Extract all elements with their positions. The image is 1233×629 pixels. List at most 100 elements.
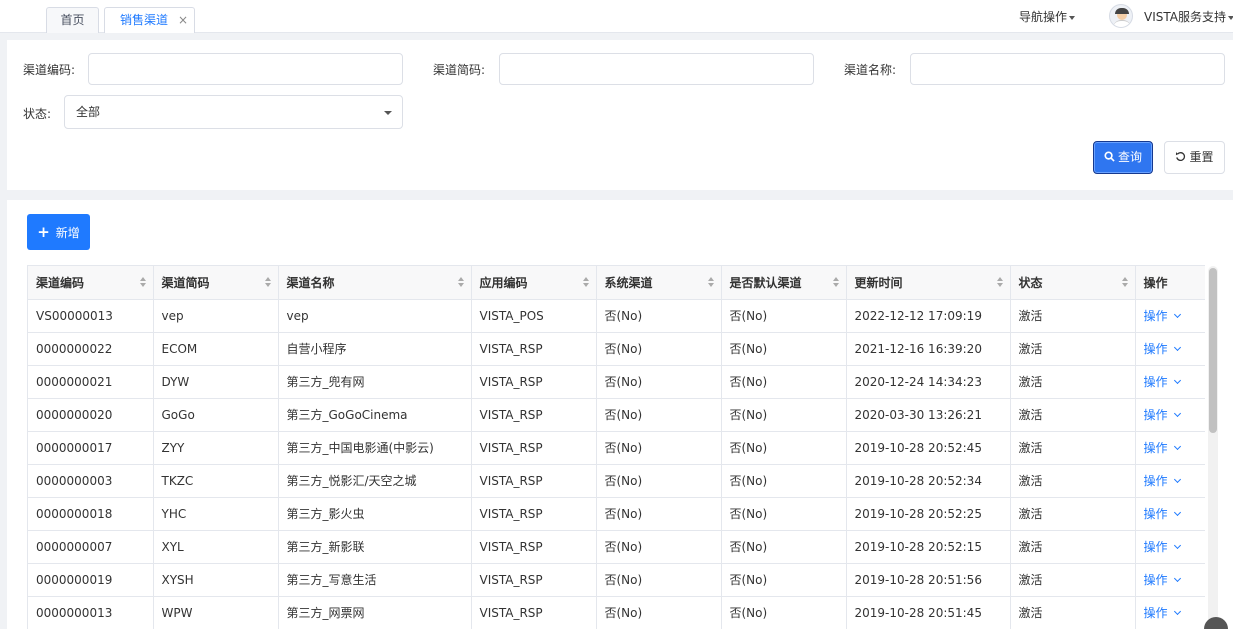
- tab-sales-channel[interactable]: 销售渠道 ×: [104, 7, 195, 33]
- table-cell: 激活: [1010, 365, 1136, 399]
- sort-icon[interactable]: [457, 277, 464, 289]
- channel-code-label: 渠道编码:: [23, 63, 76, 77]
- table-cell: 否(No): [721, 563, 847, 597]
- column-header[interactable]: 渠道编码: [28, 266, 154, 300]
- close-icon[interactable]: ×: [178, 8, 188, 32]
- table-cell: VISTA_RSP: [471, 530, 597, 564]
- column-header[interactable]: 渠道简码: [153, 266, 279, 300]
- row-action-menu[interactable]: 操作: [1135, 530, 1205, 564]
- query-button-label: 查询: [1117, 150, 1142, 164]
- sort-icon[interactable]: [139, 277, 146, 289]
- table-cell: TKZC: [153, 464, 279, 498]
- column-header[interactable]: 更新时间: [846, 266, 1011, 300]
- sort-icon[interactable]: [1121, 277, 1128, 289]
- search-panel: 渠道编码: 渠道简码: 渠道名称: 状态: 全部 查询 重置: [7, 40, 1233, 190]
- table-cell: 自营小程序: [278, 332, 472, 366]
- tab-home[interactable]: 首页: [46, 7, 99, 33]
- channel-name-input[interactable]: [910, 53, 1225, 85]
- avatar[interactable]: [1109, 4, 1133, 28]
- chevron-down-icon: [1173, 607, 1181, 616]
- vertical-scrollbar[interactable]: [1208, 266, 1218, 629]
- table-cell: 0000000013: [28, 596, 154, 629]
- table-cell: 0000000007: [28, 530, 154, 564]
- table-cell: 激活: [1010, 299, 1136, 333]
- table-cell: 激活: [1010, 596, 1136, 629]
- table-cell: vep: [278, 299, 472, 333]
- table-cell: 0000000022: [28, 332, 154, 366]
- row-action-menu[interactable]: 操作: [1135, 497, 1205, 531]
- table-cell: 2019-10-28 20:52:25: [846, 497, 1011, 531]
- chevron-down-icon: [1173, 541, 1181, 550]
- channel-code-input[interactable]: [88, 53, 403, 85]
- column-header[interactable]: 状态: [1010, 266, 1136, 300]
- search-icon: [1104, 151, 1115, 162]
- table-cell: vep: [153, 299, 279, 333]
- table-body: VS00000013 vep vep VISTA_POS 否(No) 否(No) 2022-…: [28, 299, 1205, 629]
- table-cell: XYSH: [153, 563, 279, 597]
- table-cell: 0000000021: [28, 365, 154, 399]
- table-cell: 激活: [1010, 332, 1136, 366]
- table-cell: VISTA_RSP: [471, 398, 597, 432]
- channel-short-code-input[interactable]: [499, 53, 814, 85]
- table-cell: YHC: [153, 497, 279, 531]
- row-action-menu[interactable]: 操作: [1135, 398, 1205, 432]
- row-action-label: 操作: [1143, 474, 1168, 488]
- sort-icon[interactable]: [264, 277, 271, 289]
- row-action-menu[interactable]: 操作: [1135, 332, 1205, 366]
- table-cell: DYW: [153, 365, 279, 399]
- reset-button[interactable]: 重置: [1164, 141, 1225, 174]
- status-select[interactable]: 全部: [64, 95, 403, 129]
- sort-icon[interactable]: [996, 277, 1003, 289]
- row-action-menu[interactable]: 操作: [1135, 596, 1205, 629]
- table-cell: 2019-10-28 20:52:15: [846, 530, 1011, 564]
- row-action-menu[interactable]: 操作: [1135, 299, 1205, 333]
- nav-operations-menu[interactable]: 导航操作: [1019, 8, 1076, 25]
- column-header[interactable]: 渠道名称: [278, 266, 472, 300]
- table-cell: 第三方_中国电影通(中影云): [278, 431, 472, 465]
- table-cell: 激活: [1010, 398, 1136, 432]
- channel-name-label: 渠道名称:: [844, 63, 897, 77]
- table-row: 0000000021 DYW 第三方_兜有网 VISTA_RSP 否(No) 否(No) 2…: [28, 365, 1205, 399]
- table-cell: 否(No): [596, 497, 722, 531]
- table-cell: 激活: [1010, 464, 1136, 498]
- table-cell: VISTA_RSP: [471, 497, 597, 531]
- row-action-menu[interactable]: 操作: [1135, 431, 1205, 465]
- column-header[interactable]: 应用编码: [471, 266, 597, 300]
- table-row: 0000000003 TKZC 第三方_悦影汇/天空之城 VISTA_RSP 否(No)…: [28, 464, 1205, 498]
- tab-home-label: 首页: [60, 13, 85, 27]
- user-menu[interactable]: VISTA服务支持: [1144, 8, 1233, 25]
- plus-icon: +: [37, 223, 50, 241]
- row-action-menu[interactable]: 操作: [1135, 563, 1205, 597]
- table-cell: WPW: [153, 596, 279, 629]
- table-cell: 第三方_兜有网: [278, 365, 472, 399]
- table-cell: VISTA_RSP: [471, 332, 597, 366]
- table-cell: 否(No): [596, 563, 722, 597]
- add-button[interactable]: + 新增: [27, 214, 90, 250]
- sort-icon[interactable]: [582, 277, 589, 289]
- row-action-menu[interactable]: 操作: [1135, 464, 1205, 498]
- table-cell: 激活: [1010, 563, 1136, 597]
- column-header[interactable]: 系统渠道: [596, 266, 722, 300]
- sort-icon[interactable]: [707, 277, 714, 289]
- row-action-menu[interactable]: 操作: [1135, 365, 1205, 399]
- table-cell: VISTA_RSP: [471, 563, 597, 597]
- scrollbar-thumb[interactable]: [1209, 268, 1217, 433]
- table-cell: VS00000013: [28, 299, 154, 333]
- table-cell: XYL: [153, 530, 279, 564]
- channel-short-code-label: 渠道简码:: [433, 63, 486, 77]
- row-action-label: 操作: [1143, 408, 1168, 422]
- sort-icon[interactable]: [832, 277, 839, 289]
- table-cell: 2019-10-28 20:52:34: [846, 464, 1011, 498]
- channel-table: 渠道编码 渠道简码 渠道名称 应用编码 系统渠道 是否默认渠道 更新时间 状态 …: [27, 265, 1205, 629]
- table-cell: 否(No): [721, 332, 847, 366]
- table-cell: 0000000019: [28, 563, 154, 597]
- user-name: VISTA服务支持: [1144, 10, 1226, 24]
- column-header[interactable]: 是否默认渠道: [721, 266, 847, 300]
- table-row: 0000000007 XYL 第三方_新影联 VISTA_RSP 否(No) 否(No) 2…: [28, 530, 1205, 564]
- table-cell: 激活: [1010, 497, 1136, 531]
- query-button[interactable]: 查询: [1093, 141, 1153, 174]
- table-cell: 第三方_悦影汇/天空之城: [278, 464, 472, 498]
- chevron-down-icon: [1173, 409, 1181, 418]
- table-cell: 2021-12-16 16:39:20: [846, 332, 1011, 366]
- caret-down-icon: [1227, 15, 1233, 20]
